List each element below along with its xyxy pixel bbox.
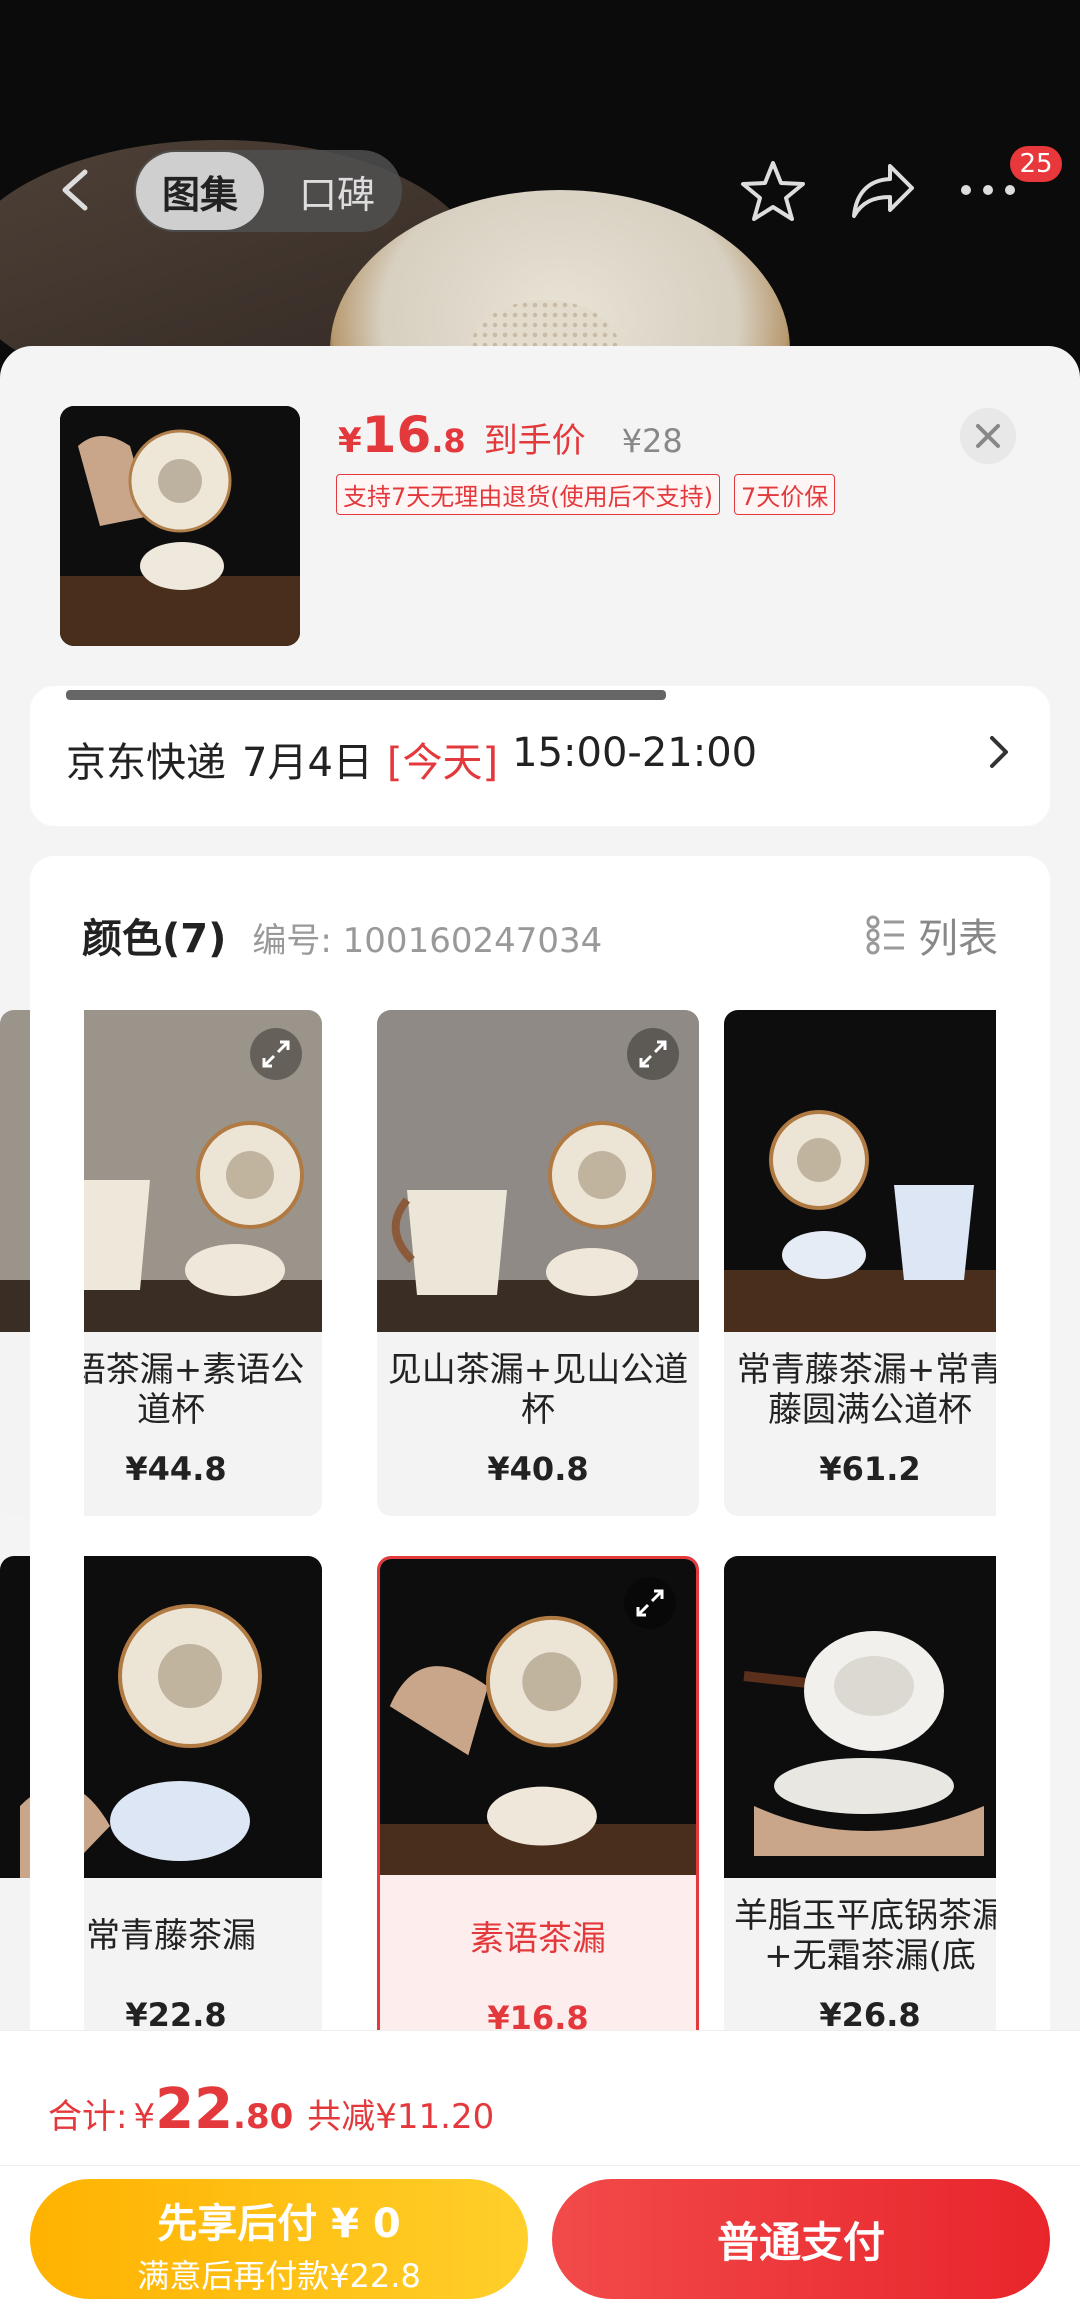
delivery-date: 7月4日 — [242, 740, 373, 786]
clipped-address-text — [66, 689, 666, 700]
price-integer: 16 — [361, 406, 432, 464]
normal-pay-button[interactable]: 普通支付 — [552, 2179, 1050, 2299]
gallery-review-switch: 图集 口碑 — [134, 150, 402, 232]
option-tile[interactable]: 羊脂玉平底锅茶漏+无霜茶漏(底 ¥26.8 — [724, 1556, 1016, 2062]
total-currency: ¥ — [133, 2097, 156, 2137]
delivery-info-row: 京东快递 7月4日 [今天] 15:00-21:00 — [66, 730, 757, 788]
total-label: 合计: — [48, 2097, 128, 2137]
option-name: 羊脂玉平底锅茶漏+无霜茶漏(底 — [734, 1896, 1006, 1976]
option-price: ¥61.2 — [819, 1450, 921, 1488]
price-protection-tag: 7天价保 — [734, 474, 836, 515]
option-name: 见山茶漏+见山公道杯 — [387, 1350, 689, 1430]
price-decimal: .8 — [431, 422, 466, 460]
close-icon — [976, 424, 1000, 448]
expand-icon[interactable] — [624, 1577, 676, 1629]
option-name: 常青藤茶漏+常青藤圆满公道杯 — [736, 1350, 1004, 1430]
tab-gallery[interactable]: 图集 — [136, 152, 264, 230]
checkout-footer: 合计: ¥ 22 .80 共减¥11.20 先享后付 ¥ 0 满意后再付款¥22… — [0, 2030, 1080, 2311]
delivery-carrier: 京东快递 — [66, 740, 226, 786]
option-price: ¥26.8 — [819, 1996, 921, 2034]
selected-product-thumbnail[interactable] — [60, 406, 300, 646]
thumbnail-image — [60, 406, 300, 646]
list-view-toggle[interactable]: 列表 — [866, 906, 998, 964]
pay-later-title: 先享后付 ¥ 0 — [157, 2201, 401, 2247]
option-tile[interactable]: 见山茶漏+见山公道杯 ¥40.8 — [377, 1010, 699, 1516]
option-tile-selected[interactable]: 素语茶漏 ¥16.8 — [377, 1556, 699, 2062]
product-code: 编号: 100160247034 — [252, 921, 603, 961]
more-options-icon[interactable] — [958, 182, 1018, 198]
favorite-star-icon[interactable] — [740, 160, 806, 222]
options-title: 颜色(7) — [82, 916, 227, 962]
total-integer: 22 — [155, 2077, 234, 2142]
option-tile[interactable]: 常青藤茶漏+常青藤圆满公道杯 ¥61.2 — [724, 1010, 1016, 1516]
price-label: 到手价 — [483, 421, 586, 461]
tab-reviews[interactable]: 口碑 — [274, 152, 400, 230]
address-line-clipped — [66, 686, 666, 714]
sku-selection-sheet: ¥ 16 .8 到手价 ¥28 支持7天无理由退货(使用后不支持) 7天价保 京… — [0, 346, 1080, 2310]
pay-later-subtitle: 满意后再付款¥22.8 — [137, 2257, 421, 2295]
total-summary: 合计: ¥ 22 .80 共减¥11.20 — [48, 2077, 494, 2142]
delivery-window: 15:00-21:00 — [512, 730, 758, 776]
original-price: ¥28 — [621, 422, 683, 460]
option-image — [724, 1556, 1016, 1878]
delivery-today-tag: [今天] — [386, 740, 499, 786]
notification-badge: 25 — [1010, 146, 1062, 182]
close-button[interactable] — [960, 408, 1016, 464]
options-header: 颜色(7) 编号: 100160247034 — [82, 906, 602, 964]
list-icon — [866, 915, 904, 955]
return-policy-tag: 支持7天无理由退货(使用后不支持) — [336, 474, 720, 515]
final-price-row: ¥ 16 .8 到手价 ¥28 — [338, 406, 683, 466]
pay-later-button[interactable]: 先享后付 ¥ 0 满意后再付款¥22.8 — [30, 2179, 528, 2299]
footer-divider — [0, 2165, 1080, 2166]
chevron-right-icon — [990, 736, 1008, 768]
price-currency: ¥ — [338, 421, 362, 461]
top-nav-bar: 图集 口碑 25 — [0, 140, 1080, 240]
option-name: 素语茶漏 — [470, 1919, 606, 1959]
option-price: ¥40.8 — [487, 1450, 589, 1488]
service-tags: 支持7天无理由退货(使用后不支持) 7天价保 — [336, 474, 836, 515]
list-view-label: 列表 — [918, 916, 998, 962]
share-icon[interactable] — [850, 162, 916, 220]
back-arrow-icon[interactable] — [55, 168, 99, 212]
delivery-card[interactable]: 京东快递 7月4日 [今天] 15:00-21:00 — [30, 686, 1050, 826]
total-discount: 共减¥11.20 — [307, 2097, 495, 2137]
option-image — [724, 1010, 1016, 1332]
expand-icon[interactable] — [627, 1028, 679, 1080]
expand-icon[interactable] — [250, 1028, 302, 1080]
total-decimal: .80 — [233, 2097, 294, 2137]
